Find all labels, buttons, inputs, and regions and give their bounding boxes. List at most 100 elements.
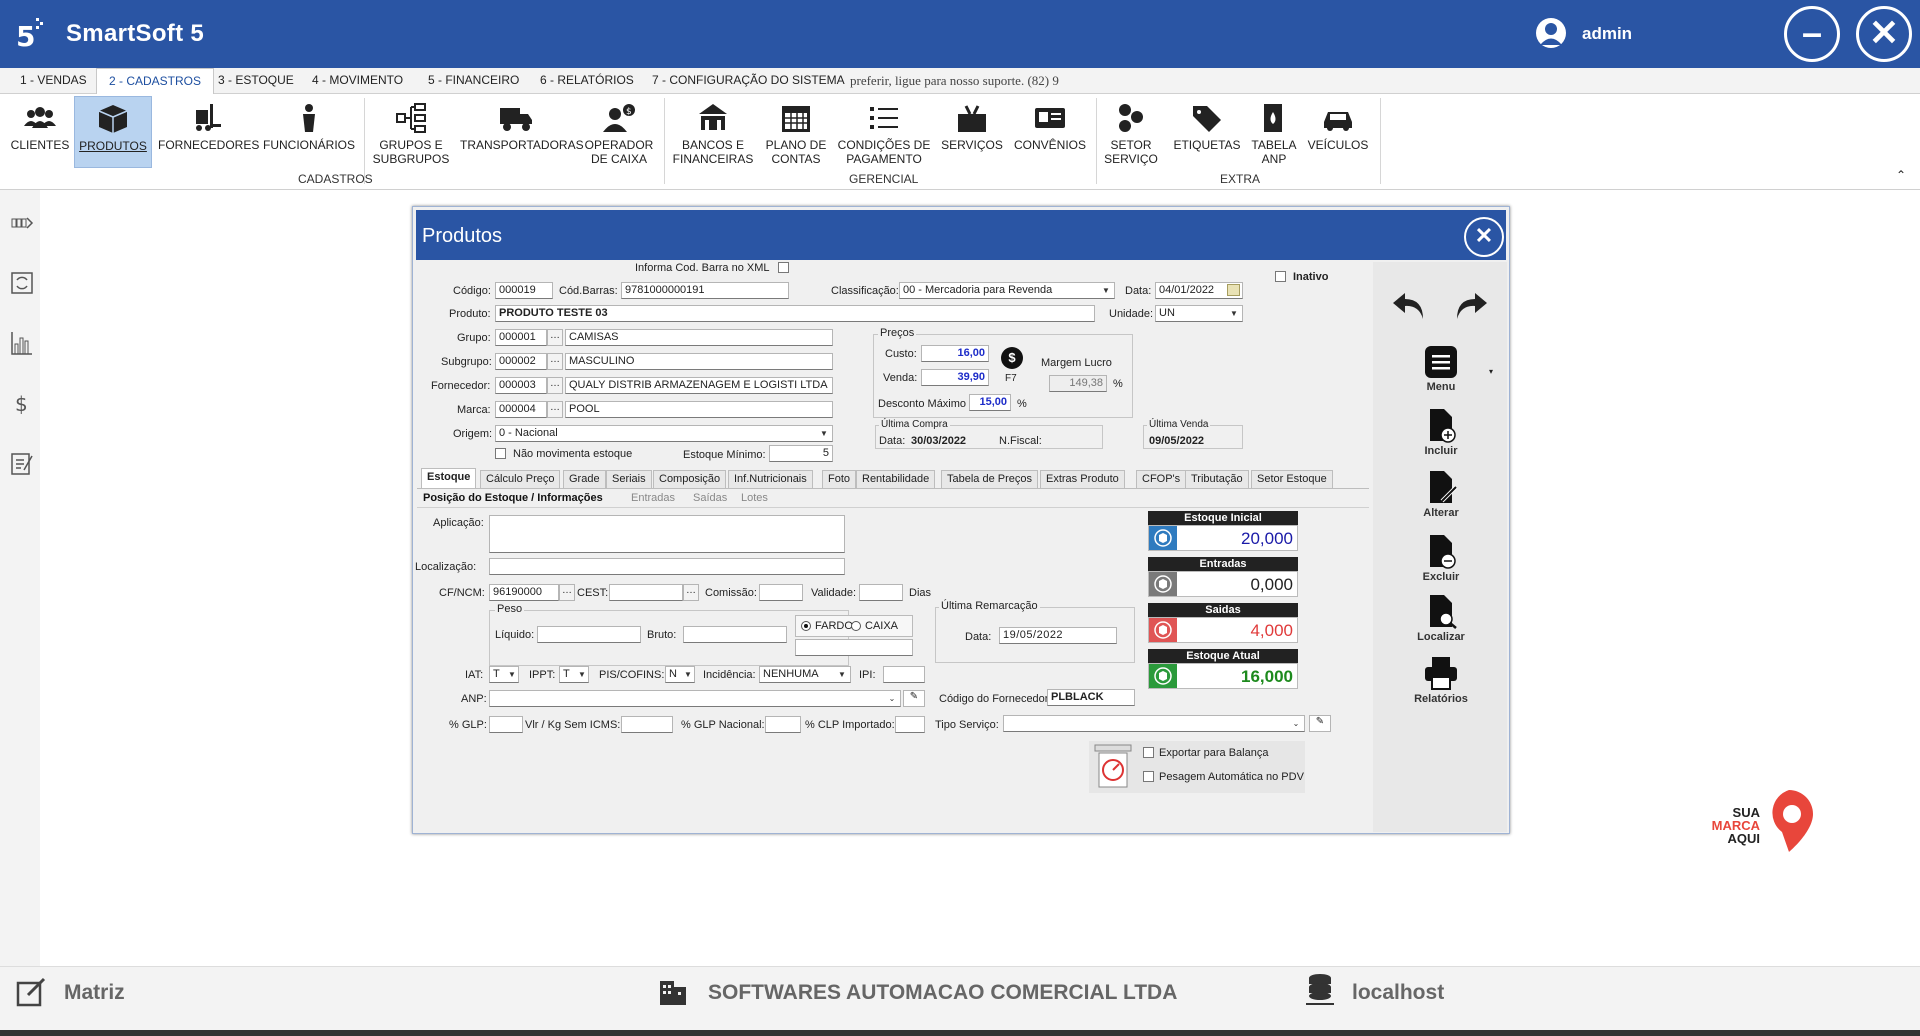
tab-financeiro[interactable]: 5 - FINANCEIRO [428,73,519,87]
glpnac-field[interactable] [765,716,801,733]
aplicacao-field[interactable] [489,515,845,553]
estoque-minimo-field[interactable]: 5 [769,445,833,462]
ribbon-etiquetas-button[interactable]: ETIQUETAS [1172,96,1242,168]
close-app-button[interactable]: ✕ [1856,6,1912,62]
tab-cfops[interactable]: CFOP's [1136,470,1187,488]
tab-grade[interactable]: Grade [563,470,606,488]
tab-seriais[interactable]: Seriais [606,470,652,488]
chevron-down-icon[interactable]: ▼ [505,667,519,682]
marca-name-field[interactable]: POOL [565,401,833,418]
vlrkg-field[interactable] [621,716,673,733]
ribbon-clientes-button[interactable]: CLIENTES [6,96,74,168]
menu-button[interactable]: Menu [1381,345,1501,393]
incluir-button[interactable]: Incluir [1381,407,1501,457]
liquido-field[interactable] [537,626,641,643]
cod-barras-field[interactable]: 9781000000191 [621,282,789,299]
remarc-data-field[interactable]: 19/05/2022 [999,627,1117,644]
marca-code-field[interactable]: 000004 [495,401,547,418]
subgrupo-search-button[interactable]: … [547,353,563,370]
tab-calculo-preco[interactable]: Cálculo Preço [480,470,561,488]
ribbon-produtos-button[interactable]: PRODUTOS [74,96,152,168]
dollar-icon[interactable]: $ [10,390,34,416]
ribbon-tabela-anp-button[interactable]: TABELA ANP [1246,96,1302,168]
fornecedor-code-field[interactable]: 000003 [495,377,547,394]
codforn-field[interactable]: PLBLACK [1047,689,1135,706]
bar-chart-icon[interactable] [10,330,34,356]
pesagem-automatica-checkbox[interactable] [1143,771,1154,782]
venda-field[interactable]: 39,90 [921,369,989,386]
marca-search-button[interactable]: … [547,401,563,418]
eraser-icon[interactable]: ✎ [903,690,925,707]
user-avatar-icon[interactable] [1536,18,1566,48]
subtab-entradas[interactable]: Entradas [631,492,675,504]
subgrupo-name-field[interactable]: MASCULINO [565,353,833,370]
ribbon-condicoes-button[interactable]: CONDIÇÕES DE PAGAMENTO [836,96,932,168]
tab-relatorios[interactable]: 6 - RELATÓRIOS [540,73,634,87]
localizar-button[interactable]: Localizar [1381,593,1501,643]
relatorios-button[interactable]: Relatórios [1381,655,1501,705]
glp-field[interactable] [489,716,523,733]
tab-movimento[interactable]: 4 - MOVIMENTO [312,73,403,87]
chevron-down-icon[interactable]: ▼ [835,667,849,682]
fardo-radio[interactable] [801,621,811,631]
clpimp-field[interactable] [895,716,925,733]
chevron-down-icon[interactable]: ▼ [1227,306,1241,321]
undo-icon[interactable] [1391,291,1427,321]
tab-configuracao[interactable]: 7 - CONFIGURAÇÃO DO SISTEMA [652,73,845,87]
grupo-code-field[interactable]: 000001 [495,329,547,346]
subtab-lotes[interactable]: Lotes [741,492,768,504]
ribbon-plano-contas-button[interactable]: PLANO DE CONTAS [762,96,830,168]
chevron-down-icon[interactable]: ▼ [817,426,831,441]
ribbon-setor-servico-button[interactable]: SETOR SERVIÇO [1100,96,1162,168]
tab-composicao[interactable]: Composição [653,470,727,488]
tab-tabela-precos[interactable]: Tabela de Preços [941,470,1038,488]
tab-foto[interactable]: Foto [822,470,857,488]
edit-document-icon[interactable] [10,450,34,476]
classificacao-select[interactable]: 00 - Mercadoria para Revenda [899,282,1115,299]
ipi-field[interactable] [883,666,925,683]
validade-field[interactable] [859,584,903,601]
ribbon-veiculos-button[interactable]: VEÍCULOS [1306,96,1370,168]
desconto-field[interactable]: 15,00 [969,394,1011,411]
custo-field[interactable]: 16,00 [921,345,989,362]
ribbon-operador-button[interactable]: $ OPERADOR DE CAIXA [584,96,654,168]
dialog-close-button[interactable]: ✕ [1464,217,1504,257]
fardo-caixa-field[interactable] [795,639,913,656]
comissao-field[interactable] [759,584,803,601]
ribbon-bancos-button[interactable]: BANCOS E FINANCEIRAS [670,96,756,168]
eraser-icon[interactable]: ✎ [1309,715,1331,732]
tab-setor-estoque[interactable]: Setor Estoque [1251,470,1333,488]
alterar-button[interactable]: Alterar [1381,469,1501,519]
exportar-balanca-checkbox[interactable] [1143,747,1154,758]
subgrupo-code-field[interactable]: 000002 [495,353,547,370]
cfncm-search-button[interactable]: … [559,584,575,601]
tab-estoque[interactable]: Estoque [421,468,477,488]
ribbon-servicos-button[interactable]: SERVIÇOS [938,96,1006,168]
inativo-checkbox[interactable] [1275,271,1286,282]
grupo-name-field[interactable]: CAMISAS [565,329,833,346]
bruto-field[interactable] [683,626,787,643]
subtab-saidas[interactable]: Saídas [693,492,727,504]
chevron-down-icon[interactable]: ▼ [575,667,589,682]
cfncm-field[interactable]: 96190000 [489,584,559,601]
ribbon-grupos-button[interactable]: GRUPOS E SUBGRUPOS [368,96,454,168]
nao-movimenta-checkbox[interactable] [495,448,506,459]
subtab-posicao[interactable]: Posição do Estoque / Informações [423,492,603,504]
codigo-field[interactable]: 000019 [495,282,553,299]
ribbon-fornecedores-button[interactable]: FORNECEDORES [158,96,259,168]
informa-cod-barra-checkbox[interactable] [778,262,789,273]
calendar-icon[interactable] [1227,284,1240,296]
tab-estoque[interactable]: 3 - ESTOQUE [218,73,294,87]
origem-select[interactable]: 0 - Nacional [495,425,833,442]
fornecedor-name-field[interactable]: QUALY DISTRIB ARMAZENAGEM E LOGISTI LTDA [565,377,833,394]
chevron-down-icon[interactable]: ⌄ [885,691,899,706]
tab-vendas[interactable]: 1 - VENDAS [20,73,87,87]
produto-field[interactable]: PRODUTO TESTE 03 [495,305,1095,322]
ribbon-transportadoras-button[interactable]: TRANSPORTADORAS [460,96,584,168]
sync-icon[interactable] [10,270,34,296]
ribbon-convenios-button[interactable]: CONVÊNIOS [1012,96,1088,168]
fornecedor-search-button[interactable]: … [547,377,563,394]
excluir-button[interactable]: Excluir [1381,533,1501,583]
localizacao-field[interactable] [489,558,845,575]
tab-inf-nutricionais[interactable]: Inf.Nutricionais [728,470,813,488]
